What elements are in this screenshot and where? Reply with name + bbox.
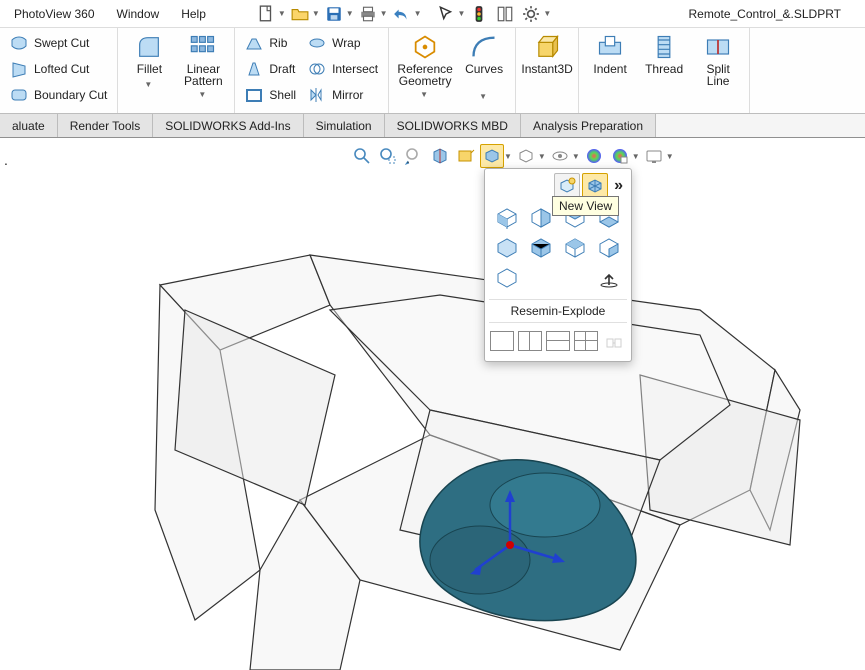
new-doc-button[interactable] <box>254 2 278 26</box>
top-view-button[interactable] <box>492 235 522 261</box>
select-button[interactable] <box>434 2 458 26</box>
model-viewport[interactable] <box>0 150 865 670</box>
split-line-button[interactable]: Split Line <box>693 31 743 89</box>
link-views-button <box>602 331 626 355</box>
single-viewport-button[interactable] <box>490 331 514 351</box>
trimetric-view-button[interactable] <box>492 265 522 291</box>
undo-button[interactable] <box>390 2 414 26</box>
indent-button[interactable]: Indent <box>585 31 635 77</box>
wrap-button[interactable]: Wrap <box>304 31 382 55</box>
boundary-cut-button[interactable]: Boundary Cut <box>6 83 111 107</box>
document-title: Remote_Control_&.SLDPRT <box>688 7 861 21</box>
instant3d-button[interactable]: Instant3D <box>522 31 572 77</box>
menu-help[interactable]: Help <box>171 3 216 25</box>
normal-to-view-button[interactable] <box>594 265 624 291</box>
open-doc-dropdown[interactable]: ▼ <box>312 9 320 18</box>
thread-button[interactable]: Thread <box>639 31 689 77</box>
print-dropdown[interactable]: ▼ <box>380 9 388 18</box>
rib-button[interactable]: Rib <box>241 31 300 55</box>
isometric-view-button[interactable] <box>560 235 590 261</box>
print-button[interactable] <box>356 2 380 26</box>
ribbon: Swept Cut Lofted Cut Boundary Cut Fillet… <box>0 28 865 114</box>
four-viewport-button[interactable] <box>574 331 598 351</box>
menu-window[interactable]: Window <box>107 3 170 25</box>
save-dropdown[interactable]: ▼ <box>346 9 354 18</box>
traffic-light-icon[interactable] <box>467 2 491 26</box>
saved-view-item[interactable]: Resemin-Explode <box>489 299 627 323</box>
shell-button[interactable]: Shell <box>241 83 300 107</box>
menu-photoview360[interactable]: PhotoView 360 <box>4 3 105 25</box>
tab-solidworks-addins[interactable]: SOLIDWORKS Add-Ins <box>153 114 303 137</box>
options-button[interactable] <box>493 2 517 26</box>
dimetric-view-button[interactable] <box>594 235 624 261</box>
two-horiz-viewport-button[interactable] <box>518 331 542 351</box>
menu-bar: PhotoView 360 Window Help ▼ ▼ ▼ ▼ ▼ ▼ ▼ … <box>0 0 865 28</box>
open-doc-button[interactable] <box>288 2 312 26</box>
new-doc-dropdown[interactable]: ▼ <box>278 9 286 18</box>
settings-dropdown[interactable]: ▼ <box>543 9 551 18</box>
curves-button[interactable]: Curves▼ <box>459 31 509 105</box>
pin-icon[interactable] <box>218 6 230 22</box>
bottom-view-button[interactable] <box>526 235 556 261</box>
front-view-button[interactable] <box>492 205 522 231</box>
save-button[interactable] <box>322 2 346 26</box>
undo-dropdown[interactable]: ▼ <box>414 9 422 18</box>
reference-geometry-button[interactable]: Reference Geometry▼ <box>395 31 455 103</box>
lofted-cut-button[interactable]: Lofted Cut <box>6 57 111 81</box>
more-views-button[interactable]: » <box>610 177 627 195</box>
tab-evaluate[interactable]: aluate <box>0 114 58 137</box>
tab-analysis-preparation[interactable]: Analysis Preparation <box>521 114 656 137</box>
intersect-button[interactable]: Intersect <box>304 57 382 81</box>
tab-render-tools[interactable]: Render Tools <box>58 114 154 137</box>
tab-strip: aluate Render Tools SOLIDWORKS Add-Ins S… <box>0 114 865 138</box>
draft-button[interactable]: Draft <box>241 57 300 81</box>
swept-cut-button[interactable]: Swept Cut <box>6 31 111 55</box>
tab-simulation[interactable]: Simulation <box>304 114 385 137</box>
settings-button[interactable] <box>519 2 543 26</box>
tab-solidworks-mbd[interactable]: SOLIDWORKS MBD <box>385 114 521 137</box>
tooltip-new-view: New View <box>552 196 619 216</box>
linear-pattern-button[interactable]: Linear Pattern▼ <box>178 31 228 103</box>
two-vert-viewport-button[interactable] <box>546 331 570 351</box>
fillet-button[interactable]: Fillet▼ <box>124 31 174 93</box>
select-dropdown[interactable]: ▼ <box>458 9 466 18</box>
mirror-button[interactable]: Mirror <box>304 83 382 107</box>
